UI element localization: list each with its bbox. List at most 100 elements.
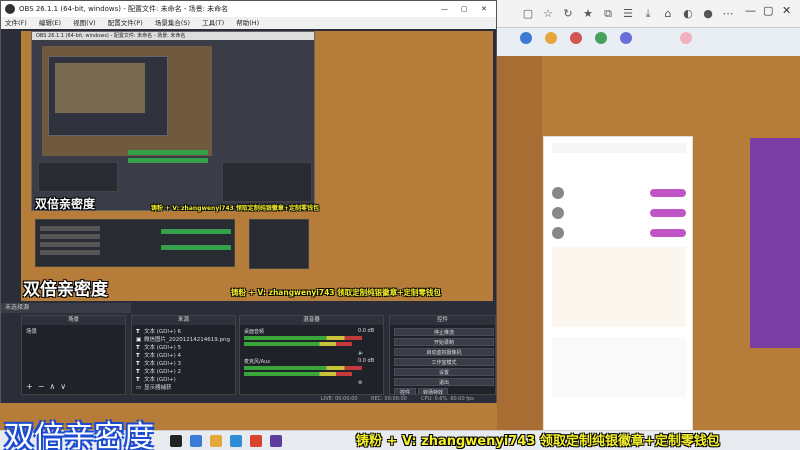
obs-menubar: 文件(F) 编辑(E) 视图(V) 配置文件(P) 场景集合(S) 工具(T) …	[1, 17, 496, 29]
coin-icon[interactable]	[545, 32, 557, 44]
scene-item[interactable]: 场景	[26, 328, 37, 336]
menu-icon[interactable]: ⋯	[720, 6, 736, 22]
nested-controls	[222, 162, 312, 202]
source-item[interactable]: ▭ 显示器捕获	[136, 384, 172, 392]
extensions-icon[interactable]: ⌂	[660, 6, 676, 22]
nested-obs-window: OBS 26.1.1 (64-bit, windows) - 配置文件: 未命名…	[31, 31, 315, 211]
source-item[interactable]: ▣ 微信图片_20201214214619.png	[136, 336, 230, 344]
tabs-icon[interactable]: ☰	[620, 6, 636, 22]
task-view-icon[interactable]	[170, 435, 182, 447]
volume-slider[interactable]	[244, 372, 352, 376]
promo-text-mid: 铸粉 + V: zhangwenyi743 领取定制纯银徽章+定制零钱包	[231, 288, 441, 297]
collections-icon[interactable]: ▢	[520, 6, 536, 22]
scenes-toolbar[interactable]: +−∧∨	[26, 382, 71, 391]
bg-stripe	[497, 56, 542, 430]
chat-tabs[interactable]	[552, 143, 686, 153]
studio-mode-button[interactable]: 工作室模式	[394, 358, 494, 366]
refresh-icon[interactable]: ↻	[560, 6, 576, 22]
menu-tools[interactable]: 工具(T)	[202, 19, 224, 27]
mixer-channel-db: 0.0 dB	[358, 328, 375, 334]
message-icon[interactable]	[620, 32, 632, 44]
obs-docks: 未选择源 场景 场景 +−∧∨ 来源 T 文本 (GDI+) 6 ▣ 微信图片_20…	[1, 303, 496, 403]
edge-icon[interactable]	[230, 435, 242, 447]
edge-icon[interactable]: ◐	[680, 6, 696, 22]
scenes-dock: 场景 场景 +−∧∨	[21, 315, 126, 395]
menu-scene-collection[interactable]: 场景集合(S)	[155, 19, 190, 27]
obs-icon[interactable]	[270, 435, 282, 447]
controls-dock-title: 控件	[390, 316, 495, 325]
obs-title-text: OBS 26.1.1 (64-bit, windows) - 配置文件: 未命名…	[19, 5, 229, 13]
start-recording-button[interactable]: 开始录制	[394, 338, 494, 346]
promo-text-small: 铸粉 + V: zhangwenyi743 领取定制纯银徽章+定制零钱包	[151, 205, 319, 212]
nested-preview-2	[55, 63, 145, 113]
minimize-icon[interactable]: —	[745, 4, 756, 17]
cpu-usage: CPU: 0.6%, 60.00 fps	[421, 396, 474, 402]
speaker-icon[interactable]: 🔈	[358, 350, 364, 356]
meter-bar	[161, 229, 231, 234]
chat-messages	[552, 337, 686, 397]
live-timer: LIVE: 00:00:00	[321, 396, 358, 402]
mixer-channel-label: 麦克风/Aux	[244, 359, 271, 365]
split-icon[interactable]: ⧉	[600, 6, 616, 22]
live-icon[interactable]	[570, 32, 582, 44]
gear-icon[interactable]: ⚙	[358, 380, 362, 386]
settings-button[interactable]: 设置	[394, 368, 494, 376]
obs-titlebar: OBS 26.1.1 (64-bit, windows) - 配置文件: 未命名…	[1, 1, 496, 17]
virtual-camera-button[interactable]: 启动虚拟摄像机	[394, 348, 494, 356]
rec-timer: REC: 00:00:00	[371, 396, 407, 402]
menu-help[interactable]: 帮助(H)	[236, 19, 259, 27]
user-badge	[650, 209, 686, 217]
maximize-icon[interactable]: ▢	[461, 1, 468, 17]
menu-edit[interactable]: 编辑(E)	[39, 19, 61, 27]
gift-icon[interactable]	[520, 32, 532, 44]
mixer-channel-db: 0.0 dB	[358, 358, 375, 364]
scenes-dock-title: 场景	[22, 316, 125, 325]
source-item[interactable]: T 文本 (GDI+)	[136, 376, 176, 384]
user-badge	[650, 189, 686, 197]
source-item[interactable]: T 文本 (GDI+) 4	[136, 352, 181, 360]
nested-obs-window-2	[48, 56, 168, 136]
desktop: ▢ ☆ ↻ ★ ⧉ ☰ ⤓ ⌂ ◐ ● ⋯ — ▢ ✕ OBS 26.1.1 (…	[0, 0, 800, 450]
obs-preview[interactable]: OBS 26.1.1 (64-bit, windows) - 配置文件: 未命名…	[21, 31, 493, 301]
maximize-icon[interactable]: ▢	[763, 4, 773, 17]
controls-dock: 控件 停止推流 开始录制 启动虚拟摄像机 工作室模式 设置 退出 控件 转场特效	[389, 315, 496, 396]
promo-text-big: 铸粉 + V: zhangwenyi743 领取定制纯银徽章+定制零钱包	[356, 434, 720, 449]
menu-view[interactable]: 视图(V)	[73, 19, 96, 27]
obs-statusbar: LIVE: 00:00:00 REC: 00:00:00 CPU: 0.6%, …	[1, 395, 496, 403]
meter-bar	[161, 245, 231, 250]
double-intimacy-label-small: 双倍亲密度	[35, 197, 96, 211]
download-icon[interactable]: ⤓	[640, 6, 656, 22]
obs-window: OBS 26.1.1 (64-bit, windows) - 配置文件: 未命名…	[0, 0, 497, 403]
source-item[interactable]: T 文本 (GDI+) 6	[136, 328, 181, 336]
explorer-icon[interactable]	[190, 435, 202, 447]
source-item[interactable]: T 文本 (GDI+) 2	[136, 368, 181, 376]
mixer-dock: 混音器 桌面音频 0.0 dB 🔈 麦克风/Aux 0.0 dB ⚙	[239, 315, 384, 395]
preview-sources-dock	[35, 219, 235, 267]
announcement	[552, 247, 686, 327]
menu-file[interactable]: 文件(F)	[5, 19, 27, 27]
exit-button[interactable]: 退出	[394, 378, 494, 386]
user-avatar	[552, 187, 564, 199]
double-intimacy-label-big: 双倍亲密度	[4, 420, 154, 450]
minimize-icon[interactable]: —	[441, 1, 448, 17]
nested-sources	[38, 162, 118, 192]
audio-meter	[244, 366, 362, 370]
menu-profile[interactable]: 配置文件(P)	[108, 19, 143, 27]
mascot-icon	[680, 32, 692, 44]
volume-slider[interactable]	[244, 342, 352, 346]
close-icon[interactable]: ✕	[481, 1, 487, 17]
close-icon[interactable]: ✕	[782, 4, 791, 17]
avatar-icon[interactable]: ●	[700, 6, 716, 22]
source-item[interactable]: T 文本 (GDI+) 5	[136, 344, 181, 352]
chat-panel	[543, 136, 693, 430]
chrome-icon[interactable]	[250, 435, 262, 447]
side-banner[interactable]	[750, 138, 800, 348]
audio-meter	[244, 336, 362, 340]
stop-streaming-button[interactable]: 停止推流	[394, 328, 494, 336]
favorites-icon[interactable]: ★	[580, 6, 596, 22]
follow-icon[interactable]	[595, 32, 607, 44]
star-icon[interactable]: ☆	[540, 6, 556, 22]
obs-logo-icon	[5, 4, 15, 14]
folder-icon[interactable]	[210, 435, 222, 447]
source-item[interactable]: T 文本 (GDI+) 3	[136, 360, 181, 368]
